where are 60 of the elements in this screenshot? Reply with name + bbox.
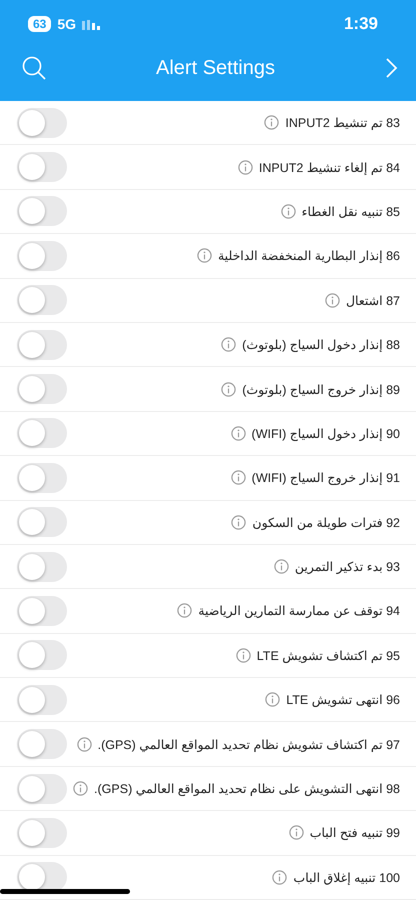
info-icon[interactable]	[177, 603, 192, 618]
toggle-switch[interactable]	[17, 818, 67, 848]
search-icon[interactable]	[22, 56, 46, 80]
signal-icon	[82, 18, 100, 30]
alert-label: 100 تنبيه إغلاق الباب	[293, 870, 400, 885]
alert-label: 86 إنذار البطارية المنخفضة الداخلية	[218, 248, 400, 264]
toggle-switch[interactable]	[17, 684, 67, 715]
alert-label: 91 إنذار خروج السياج (WIFI)	[252, 470, 400, 486]
info-icon[interactable]	[280, 204, 296, 219]
alert-label: 96 انتهى تشويش LTE	[286, 692, 400, 708]
alert-label: 92 فترات طويلة من السكون	[252, 514, 400, 530]
toggle-switch[interactable]	[17, 240, 67, 271]
alert-label: 98 انتهى التشويش على نظام تحديد المواقع العالمي (GPS).	[94, 781, 400, 796]
info-icon[interactable]	[221, 382, 236, 397]
alert-label: 97 تم اكتشاف تشويش نظام تحديد المواقع العالمي (GPS).	[98, 736, 400, 752]
toggle-switch[interactable]	[17, 330, 67, 360]
info-icon[interactable]	[324, 292, 340, 308]
toggle-switch[interactable]	[17, 152, 67, 182]
toggle-switch[interactable]	[17, 108, 67, 138]
alert-label: 85 تنبيه نقل الغطاء	[302, 204, 400, 219]
alert-label: 95 تم اكتشاف تشويش LTE	[256, 648, 400, 663]
page-title: Alert Settings	[156, 56, 275, 80]
alert-label: 88 إنذار دخول السياج (بلوتوث)	[242, 337, 400, 352]
clock: 1:39	[344, 14, 378, 34]
toggle-switch[interactable]	[17, 507, 67, 538]
toggle-switch[interactable]	[17, 596, 67, 626]
toggle-switch[interactable]	[17, 418, 67, 448]
alert-label: 99 تنبيه فتح الباب	[310, 825, 400, 840]
info-icon[interactable]	[231, 514, 246, 530]
alert-label: 94 توقف عن ممارسة التمارين الرياضية	[198, 603, 400, 618]
info-icon[interactable]	[73, 781, 88, 796]
toggle-switch[interactable]	[17, 640, 67, 670]
info-icon[interactable]	[238, 160, 253, 175]
toggle-switch[interactable]	[17, 196, 67, 226]
network-label: 5G	[57, 16, 76, 32]
toggle-switch[interactable]	[17, 285, 67, 316]
toggle-switch[interactable]	[17, 374, 67, 404]
alert-label: 90 إنذار دخول السياج (WIFI)	[252, 426, 400, 441]
info-icon[interactable]	[221, 337, 236, 352]
alert-label: 84 تم إلغاء تنشيط INPUT2	[258, 160, 400, 175]
info-icon[interactable]	[274, 559, 289, 574]
toggle-switch[interactable]	[17, 729, 67, 760]
toggle-switch[interactable]	[17, 552, 67, 582]
info-icon[interactable]	[236, 648, 251, 663]
alert-label: 83 تم تنشيط INPUT2	[285, 115, 400, 130]
info-icon[interactable]	[265, 692, 280, 708]
info-icon[interactable]	[230, 426, 246, 441]
info-icon[interactable]	[230, 470, 246, 486]
toggle-switch[interactable]	[17, 462, 67, 493]
chevron-right-icon[interactable]	[384, 57, 398, 79]
info-icon[interactable]	[264, 115, 280, 130]
battery-indicator: 63	[28, 16, 52, 32]
toggle-switch[interactable]	[17, 774, 67, 804]
alert-label: 93 بدء تذكير التمرين	[294, 559, 400, 574]
info-icon[interactable]	[272, 870, 288, 885]
info-icon[interactable]	[288, 825, 304, 840]
info-icon[interactable]	[76, 736, 92, 752]
alert-label: 87 اشتعال	[346, 292, 400, 308]
info-icon[interactable]	[196, 248, 212, 264]
alert-label: 89 إنذار خروج السياج (بلوتوث)	[242, 382, 400, 397]
